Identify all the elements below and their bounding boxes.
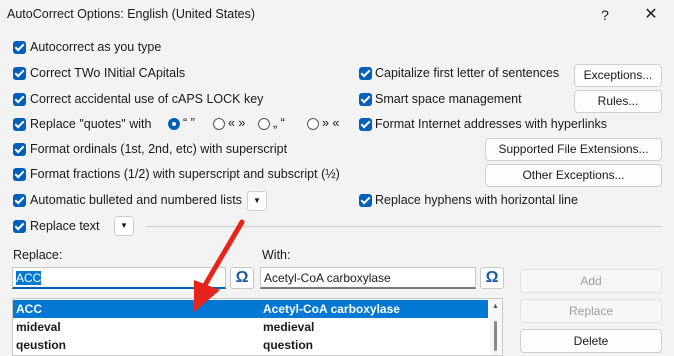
annotation-arrow	[194, 219, 245, 312]
